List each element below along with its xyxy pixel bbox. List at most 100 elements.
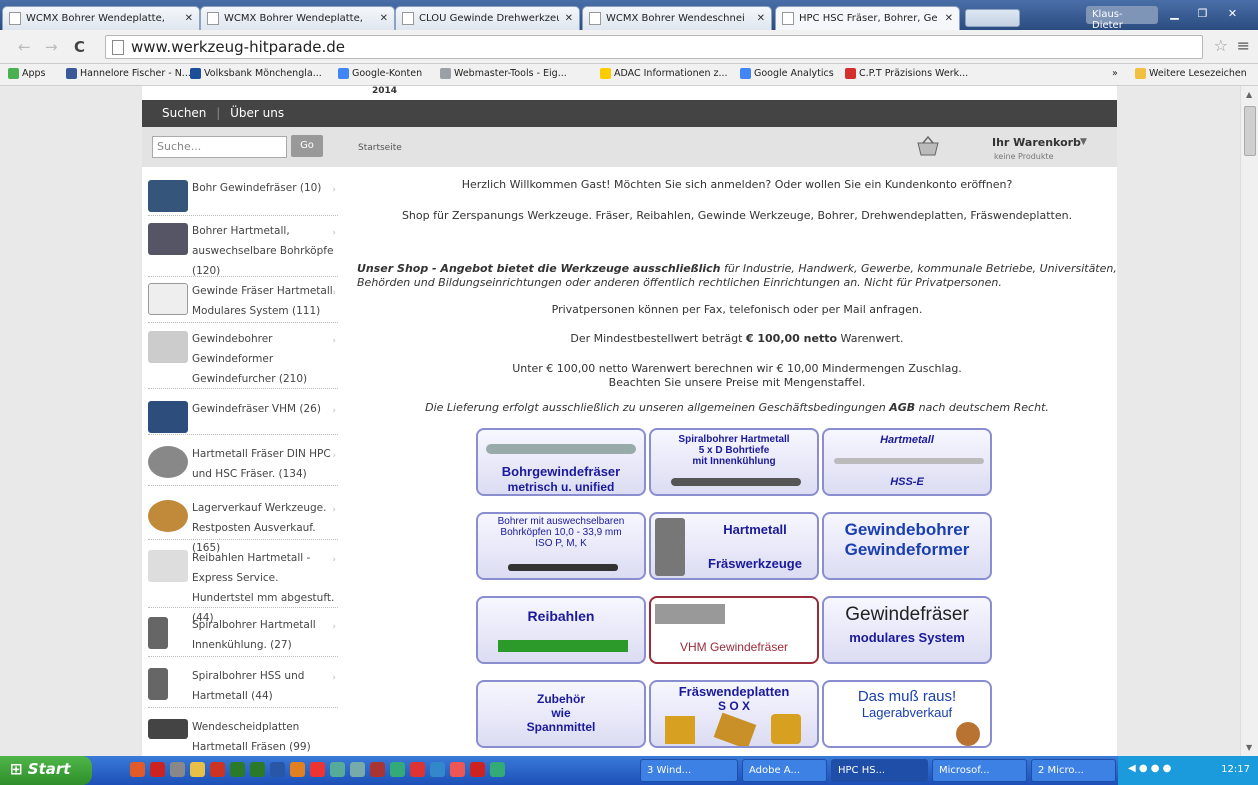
task-adobe[interactable]: Adobe A... [742,759,827,782]
close-window-icon[interactable]: ✕ [1220,4,1245,24]
pdf-icon[interactable] [150,762,165,777]
bookmark-volksbank[interactable]: Volksbank Mönchengla... [190,68,322,79]
quicklaunch-icon[interactable] [350,762,365,777]
nav-search[interactable]: Suchen [162,106,206,120]
tile-lagerabverkauf[interactable]: Das muß raus! Lagerabverkauf [822,680,992,748]
category-label: Spiralbohrer HSS und Hartmetall (44) [192,670,305,702]
category-item[interactable]: Gewindefräser VHM (26) › [148,399,338,435]
product-thumbnail [148,617,168,649]
close-icon[interactable]: ✕ [945,13,953,24]
scroll-up-icon[interactable]: ▲ [1246,90,1252,99]
bookmark-cpt[interactable]: C.P.T Präzisions Werk... [845,68,968,79]
agb-link[interactable]: AGB [889,401,915,414]
close-icon[interactable]: ✕ [757,13,765,24]
category-item[interactable]: Spiralbohrer HSS und Hartmetall (44) › [148,666,338,708]
thread-mill-image [655,604,725,624]
clock[interactable]: 12:17 [1221,764,1250,775]
bookmark-label: ADAC Informationen z... [614,68,728,79]
tile-zubehoer[interactable]: Zubehör wie Spannmittel [476,680,646,748]
bookmark-adac[interactable]: ADAC Informationen z... [600,68,728,79]
tile-bohrer-auswechselbar[interactable]: Bohrer mit auswechselbaren Bohrköpfen 10… [476,512,646,580]
user-profile-button[interactable]: Klaus-Dieter [1086,6,1158,31]
cart-title[interactable]: Ihr Warenkorb [992,136,1081,149]
task-chrome-active[interactable]: HPC HS... [831,759,928,782]
nav-about[interactable]: Über uns [230,106,284,120]
quicklaunch-icon[interactable] [430,762,445,777]
task-word[interactable]: 2 Micro... [1031,759,1116,782]
quicklaunch-icon[interactable] [370,762,385,777]
quicklaunch-icon[interactable] [190,762,205,777]
tile-hartmetall-hsse[interactable]: Hartmetall HSS-E [822,428,992,496]
category-item[interactable]: Spiralbohrer Hartmetall Innenkühlung. (2… [148,615,338,657]
delivery-note: Die Lieferung erfolgt ausschließlich zu … [357,401,1117,414]
scroll-thumb[interactable] [1244,106,1256,156]
bookmark-star-icon[interactable]: ☆ [1214,36,1228,55]
category-item[interactable]: Bohrer Hartmetall, auswechselbare Bohrkö… [148,221,338,277]
firefox-icon[interactable] [290,762,305,777]
excel-icon[interactable] [250,762,265,777]
new-tab-button[interactable] [965,9,1020,27]
category-item[interactable]: Gewinde Fräser Hartmetall Modulares Syst… [148,281,338,323]
back-icon[interactable]: ← [18,38,31,56]
tab-2[interactable]: WCMX Bohrer Wendeplatte, ✕ [200,6,395,30]
quicklaunch-icon[interactable] [330,762,345,777]
close-icon[interactable]: ✕ [565,13,573,24]
category-item[interactable]: Bohr Gewindefräser (10) › [148,178,338,216]
close-icon[interactable]: ✕ [185,13,193,24]
tile-reibahlen[interactable]: Reibahlen [476,596,646,664]
tab-4[interactable]: WCMX Bohrer Wendeschnei ✕ [582,6,772,30]
excel-icon[interactable] [230,762,245,777]
bookmark-analytics[interactable]: Google Analytics [740,68,834,79]
tab-1[interactable]: WCMX Bohrer Wendeplatte, ✕ [2,6,200,30]
reload-icon[interactable]: C [74,38,85,56]
quicklaunch-icon[interactable] [390,762,405,777]
bookmark-apps[interactable]: Apps [8,68,46,79]
category-item[interactable]: Lagerverkauf Werkzeuge. Restposten Ausve… [148,498,338,554]
bookmark-google-accounts[interactable]: Google-Konten [338,68,422,79]
go-button[interactable]: Go [291,135,323,157]
scroll-down-icon[interactable]: ▼ [1246,743,1252,752]
word-icon[interactable] [270,762,285,777]
category-item[interactable]: Wendescheidplatten Hartmetall Fräsen (99… [148,717,338,756]
maximize-icon[interactable]: ❐ [1190,4,1215,24]
more-bookmarks-button[interactable]: » [1112,68,1118,79]
category-item[interactable]: Gewindebohrer Gewindeformer Gewindefurch… [148,329,338,389]
start-button[interactable]: ⊞ Start [0,756,92,785]
chrome-icon[interactable] [310,762,325,777]
task-microsoft[interactable]: Microsof... [932,759,1027,782]
quicklaunch-icon[interactable] [450,762,465,777]
tray-icons[interactable]: ◀ ● ● ● [1128,763,1171,774]
category-item[interactable]: Reibahlen Hartmetall - Express Service. … [148,548,338,624]
basket-icon[interactable] [916,135,940,157]
tile-fraeswendeplatten[interactable]: Fräswendeplatten S O X [649,680,819,748]
tile-spiralbohrer-hm[interactable]: Spiralbohrer Hartmetall 5 x D Bohrtiefe … [649,428,819,496]
quicklaunch-icon[interactable] [130,762,145,777]
quicklaunch-icon[interactable] [410,762,425,777]
task-explorer[interactable]: 3 Wind... [640,759,738,782]
category-item[interactable]: Hartmetall Fräser DIN HPC und HSC Fräser… [148,444,338,486]
breadcrumb[interactable]: Startseite [358,143,402,153]
tab-5-active[interactable]: HPC HSC Fräser, Bohrer, Ge ✕ [775,6,960,30]
tile-hartmetall-fraeswerkzeuge[interactable]: Hartmetall Fräswerkzeuge [649,512,819,580]
chevron-down-icon[interactable]: ▼ [1080,137,1087,147]
bookmark-webmaster[interactable]: Webmaster-Tools - Eig... [440,68,567,79]
bookmark-facebook[interactable]: Hannelore Fischer - N... [66,68,191,79]
quicklaunch-icon[interactable] [210,762,225,777]
menu-icon[interactable]: ≡ [1237,36,1250,55]
forward-icon[interactable]: → [45,38,58,56]
quicklaunch-icon[interactable] [490,762,505,777]
tile-gewindebohrer[interactable]: Gewindebohrer Gewindeformer [822,512,992,580]
close-icon[interactable]: ✕ [380,13,388,24]
other-bookmarks-folder[interactable]: Weitere Lesezeichen [1135,68,1247,79]
quicklaunch-icon[interactable] [170,762,185,777]
tile-gewindefraeser-modular[interactable]: Gewindefräser modulares System [822,596,992,664]
address-bar[interactable]: www.werkzeug-hitparade.de [105,35,1203,59]
tile-vhm-gewindefraeser[interactable]: VHM Gewindefräser [649,596,819,664]
tab-3[interactable]: CLOU Gewinde Drehwerkzeu ✕ [395,6,580,30]
tile-bohrgewindefraeser[interactable]: Bohrgewindefräser metrisch u. unified [476,428,646,496]
vertical-scrollbar[interactable]: ▲ ▼ [1240,86,1258,756]
search-input[interactable]: Suche... [152,136,287,158]
bookmark-label: Google-Konten [352,68,423,79]
minimize-icon[interactable]: ▁ [1162,4,1187,24]
pdf-icon[interactable] [470,762,485,777]
